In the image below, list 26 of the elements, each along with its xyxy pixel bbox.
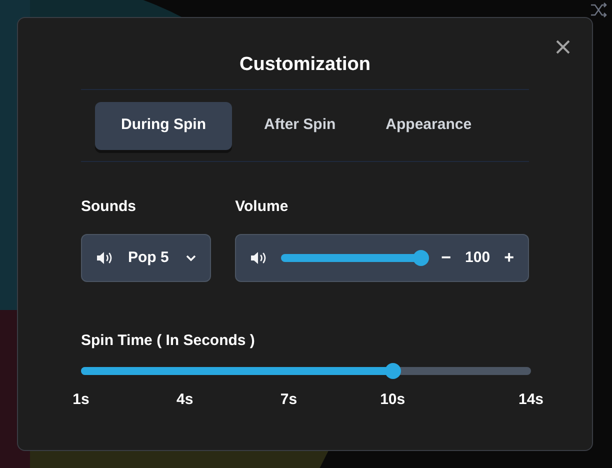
tab[interactable]: Appearance [368, 102, 490, 150]
tab[interactable]: After Spin [246, 102, 354, 150]
tick-label: 7s [280, 390, 298, 410]
tick-label: 1s [72, 390, 90, 410]
close-icon [556, 40, 570, 54]
increment-button[interactable]: + [502, 245, 516, 271]
speaker-icon [96, 251, 114, 265]
sounds-label: Sounds [81, 198, 137, 216]
sound-value: Pop 5 [128, 248, 169, 268]
chevron-down-icon [186, 254, 196, 262]
tick-label: 10s [380, 390, 406, 410]
volume-thumb[interactable] [413, 250, 430, 266]
spin-time-slider[interactable] [81, 363, 531, 379]
tick-label: 4s [176, 390, 194, 410]
volume-value: 100 [465, 248, 490, 268]
sound-select[interactable]: Pop 5 [81, 234, 212, 282]
speaker-icon [250, 251, 268, 265]
shuffle-icon[interactable] [590, 2, 608, 18]
spin-time-thumb[interactable] [384, 363, 401, 379]
decrement-button[interactable]: − [439, 245, 454, 271]
volume-label: Volume [235, 198, 290, 216]
tab[interactable]: During Spin [95, 102, 232, 150]
tick-label: 14s [518, 390, 544, 410]
close-button[interactable] [554, 38, 572, 56]
spin-time-label: Spin Time ( In Seconds ) [81, 332, 256, 350]
dialog-title: Customization [238, 53, 372, 77]
